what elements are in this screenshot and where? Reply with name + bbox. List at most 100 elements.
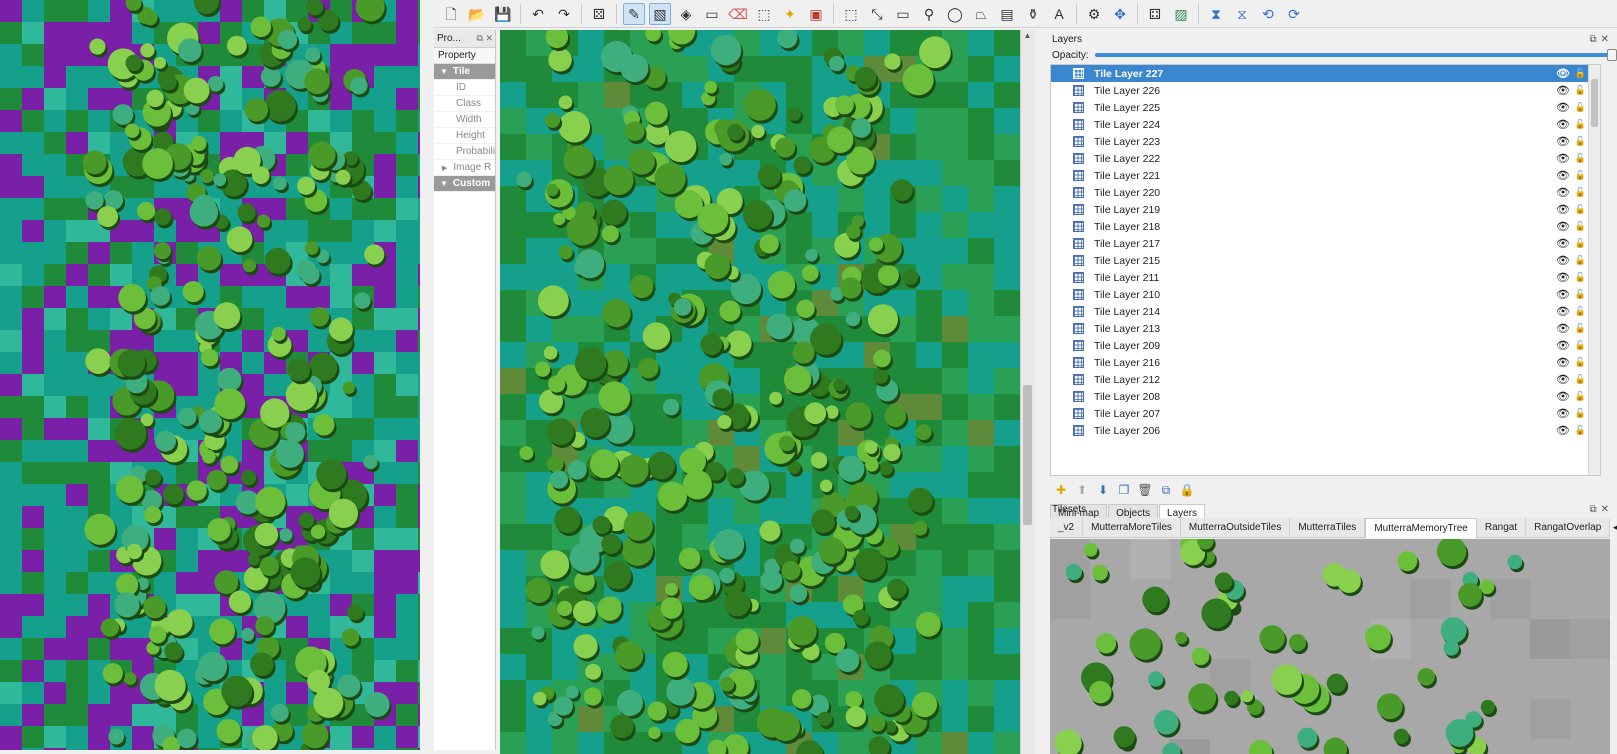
layers-vscrollbar[interactable] — [1588, 65, 1600, 475]
main-map-view[interactable]: ▲ — [500, 30, 1034, 754]
unlock-icon[interactable]: 🔓 — [1575, 425, 1586, 436]
visibility-eye-icon[interactable]: 👁 — [1556, 390, 1570, 403]
unlock-icon[interactable]: 🔓 — [1575, 119, 1586, 130]
property-image-rect[interactable]: ▶ Image R — [434, 160, 495, 176]
insert-template-button[interactable]: ⚱ — [1022, 3, 1044, 25]
tab-tileset-v2[interactable]: _v2 — [1050, 518, 1084, 538]
raise-layer-button[interactable]: ⬆ — [1073, 481, 1091, 499]
unlock-icon[interactable]: 🔓 — [1575, 238, 1586, 249]
visibility-eye-icon[interactable]: 👁 — [1556, 237, 1570, 250]
tab-tileset-rangat-overlap[interactable]: RangatOverlap — [1526, 518, 1611, 538]
layer-row[interactable]: Tile Layer 214 👁 🔓 — [1051, 303, 1600, 320]
panel-buttons[interactable]: ⧉ ✕ — [477, 33, 495, 44]
tab-tileset-more-tiles[interactable]: MutterraMoreTiles — [1083, 518, 1181, 538]
insert-rectangle-button[interactable]: ▭ — [892, 3, 914, 25]
insert-tile-button[interactable]: ▤ — [996, 3, 1018, 25]
flip-horizontal-button[interactable]: ⧗ — [1205, 3, 1227, 25]
tab-tileset-memory-tree[interactable]: MutterraMemoryTree — [1365, 518, 1477, 538]
unlock-icon[interactable]: 🔓 — [1575, 306, 1586, 317]
stamp-brush-button[interactable]: ✎ — [623, 2, 645, 25]
redo-button[interactable]: ↷ — [553, 3, 575, 25]
unlock-icon[interactable]: 🔓 — [1575, 374, 1586, 385]
layer-row[interactable]: Tile Layer 227 👁 🔓 — [1051, 65, 1600, 82]
unlock-icon[interactable]: 🔓 — [1575, 136, 1586, 147]
layer-row[interactable]: Tile Layer 216 👁 🔓 — [1051, 354, 1600, 371]
flip-vertical-button[interactable]: ⧖ — [1231, 3, 1253, 25]
layer-row[interactable]: Tile Layer 217 👁 🔓 — [1051, 235, 1600, 252]
lock-layer-button[interactable]: 🔒 — [1178, 481, 1196, 499]
property-id[interactable]: ID — [434, 80, 495, 96]
property-class[interactable]: Class — [434, 96, 495, 112]
property-height[interactable]: Height — [434, 128, 495, 144]
visibility-eye-icon[interactable]: 👁 — [1556, 152, 1570, 165]
visibility-eye-icon[interactable]: 👁 — [1556, 373, 1570, 386]
tab-tileset-rangat[interactable]: Rangat — [1477, 518, 1527, 538]
rect-select-button[interactable]: ⬚ — [753, 3, 775, 25]
unlock-icon[interactable]: 🔓 — [1575, 153, 1586, 164]
automap-button[interactable]: ▨ — [1170, 3, 1192, 25]
unlock-icon[interactable]: 🔓 — [1575, 68, 1586, 79]
visibility-eye-icon[interactable]: 👁 — [1556, 186, 1570, 199]
main-map-vscrollbar[interactable]: ▲ — [1020, 30, 1034, 754]
duplicate-layer-button[interactable]: ❐ — [1115, 481, 1133, 499]
random-mode-button[interactable]: ⚄ — [588, 3, 610, 25]
visibility-eye-icon[interactable]: 👁 — [1556, 271, 1570, 284]
unlock-icon[interactable]: 🔓 — [1575, 289, 1586, 300]
unlock-icon[interactable]: 🔓 — [1575, 85, 1586, 96]
unlock-icon[interactable]: 🔓 — [1575, 408, 1586, 419]
layers-list[interactable]: Tile Layer 227 👁 🔓 Tile Layer 226 👁 🔓 Tile Lay… — [1050, 64, 1601, 476]
bucket-fill-button[interactable]: ◈ — [675, 3, 697, 25]
layer-row[interactable]: Tile Layer 222 👁 🔓 — [1051, 150, 1600, 167]
left-map-view[interactable]: ▲ ▼ — [0, 0, 420, 750]
layer-row[interactable]: Tile Layer 220 👁 🔓 — [1051, 184, 1600, 201]
insert-point-button[interactable]: ⚲ — [918, 3, 940, 25]
unlock-icon[interactable]: 🔓 — [1575, 323, 1586, 334]
visibility-eye-icon[interactable]: 👁 — [1556, 254, 1570, 267]
show-other-layers-button[interactable]: ⧉ — [1157, 481, 1175, 499]
property-width[interactable]: Width — [434, 112, 495, 128]
visibility-eye-icon[interactable]: 👁 — [1556, 118, 1570, 131]
scroll-thumb[interactable] — [1591, 79, 1598, 127]
select-objects-button[interactable]: ⬚ — [840, 3, 862, 25]
layer-row[interactable]: Tile Layer 208 👁 🔓 — [1051, 388, 1600, 405]
unlock-icon[interactable]: 🔓 — [1575, 221, 1586, 232]
scroll-up-icon[interactable]: ▲ — [1021, 30, 1034, 42]
layer-row[interactable]: Tile Layer 212 👁 🔓 — [1051, 371, 1600, 388]
select-same-tile-button[interactable]: ▣ — [805, 3, 827, 25]
unlock-icon[interactable]: 🔓 — [1575, 357, 1586, 368]
unlock-icon[interactable]: 🔓 — [1575, 102, 1586, 113]
new-map-button[interactable]: 🗋 — [440, 3, 462, 25]
unlock-icon[interactable]: 🔓 — [1575, 255, 1586, 266]
dock-buttons[interactable]: ⧉✕ — [1589, 504, 1617, 515]
world-tool-button[interactable]: ⚙ — [1083, 3, 1105, 25]
unlock-icon[interactable]: 🔓 — [1575, 340, 1586, 351]
visibility-eye-icon[interactable]: 👁 — [1556, 339, 1570, 352]
random-dice-button[interactable]: ⚃ — [1144, 3, 1166, 25]
dock-buttons[interactable]: ⧉✕ — [1589, 34, 1617, 45]
layer-row[interactable]: Tile Layer 215 👁 🔓 — [1051, 252, 1600, 269]
unlock-icon[interactable]: 🔓 — [1575, 204, 1586, 215]
visibility-eye-icon[interactable]: 👁 — [1556, 135, 1570, 148]
rotate-left-button[interactable]: ⟲ — [1257, 3, 1279, 25]
scroll-thumb[interactable] — [1023, 385, 1032, 525]
insert-polygon-button[interactable]: ⏢ — [970, 3, 992, 25]
unlock-icon[interactable]: 🔓 — [1575, 272, 1586, 283]
visibility-eye-icon[interactable]: 👁 — [1556, 67, 1570, 80]
chevron-left-icon[interactable]: ◀ — [1610, 522, 1617, 533]
shape-fill-button[interactable]: ▭ — [701, 3, 723, 25]
insert-text-button[interactable]: A — [1048, 3, 1070, 25]
tileset-canvas[interactable] — [1050, 539, 1610, 754]
layer-row[interactable]: Tile Layer 218 👁 🔓 — [1051, 218, 1600, 235]
layer-row[interactable]: Tile Layer 221 👁 🔓 — [1051, 167, 1600, 184]
undo-button[interactable]: ↶ — [527, 3, 549, 25]
magic-wand-button[interactable]: ✦ — [779, 3, 801, 25]
lower-layer-button[interactable]: ⬇ — [1094, 481, 1112, 499]
save-button[interactable]: 💾 — [492, 3, 514, 25]
property-group-custom[interactable]: ▼ Custom — [434, 176, 495, 192]
visibility-eye-icon[interactable]: 👁 — [1556, 305, 1570, 318]
layer-row[interactable]: Tile Layer 223 👁 🔓 — [1051, 133, 1600, 150]
unlock-icon[interactable]: 🔓 — [1575, 391, 1586, 402]
unlock-icon[interactable]: 🔓 — [1575, 170, 1586, 181]
new-layer-button[interactable]: ✚ — [1052, 481, 1070, 499]
edit-polygons-button[interactable]: ⤡ — [866, 3, 888, 25]
